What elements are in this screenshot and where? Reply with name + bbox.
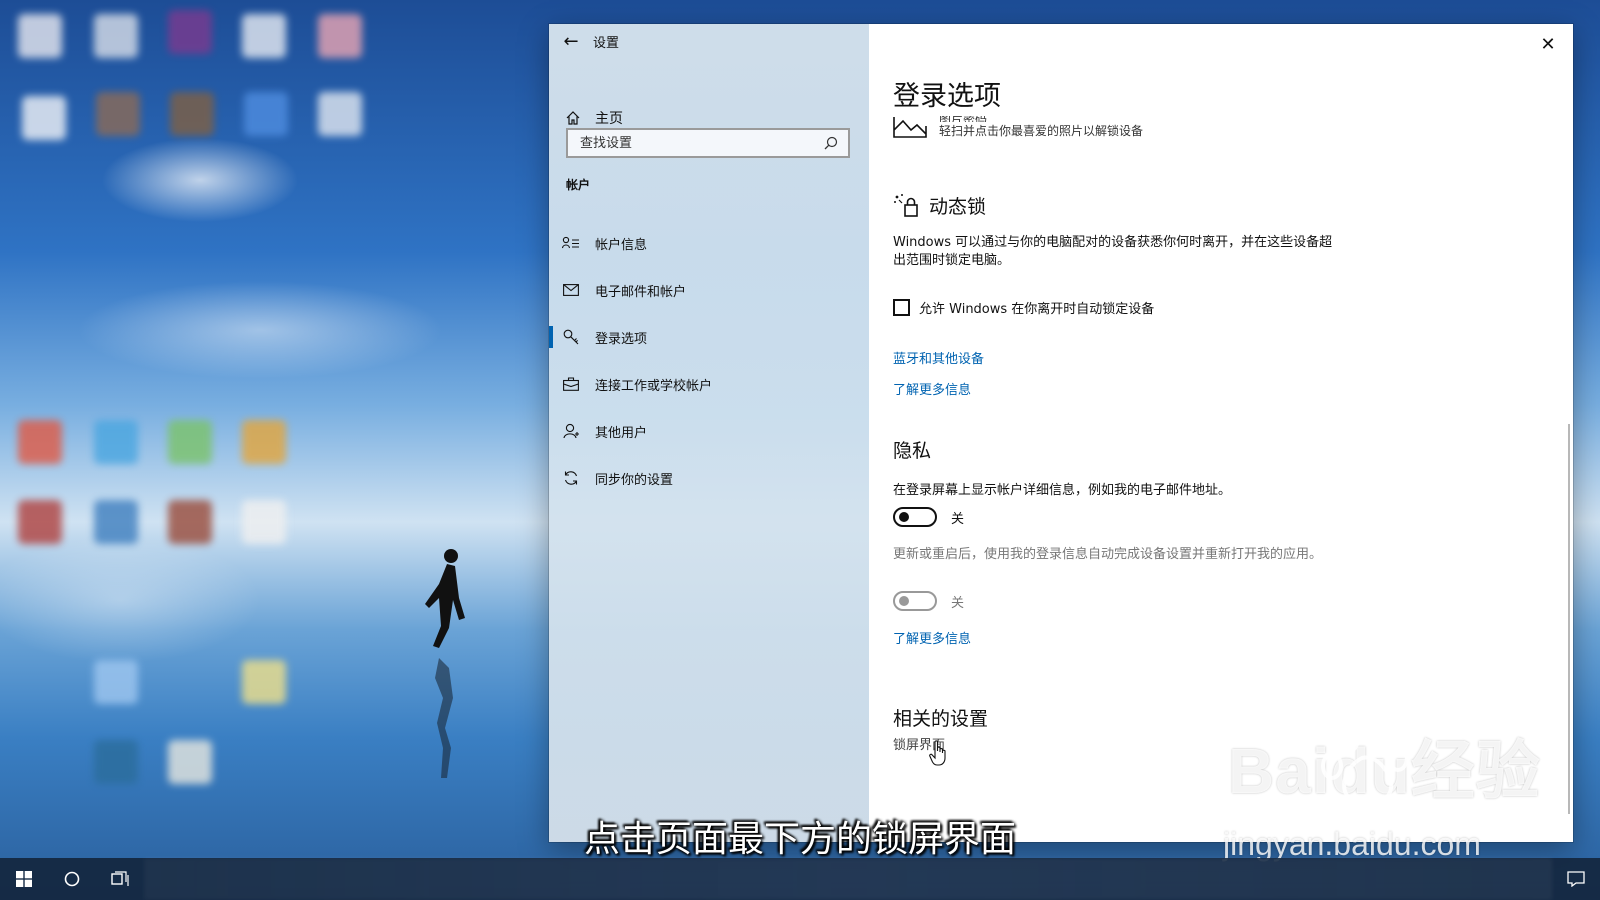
- sidebar-item-label: 登录选项: [595, 331, 648, 347]
- dynamic-lock-heading: 动态锁: [893, 192, 986, 219]
- desktop-icons: [18, 10, 378, 810]
- nav-home-label: 主页: [595, 111, 623, 127]
- privacy-toggle-row-2[interactable]: 关: [893, 591, 964, 611]
- action-center-button[interactable]: [1552, 858, 1600, 900]
- picture-password-description: 轻扫并点击你最喜爱的照片以解锁设备: [939, 124, 1144, 138]
- home-icon: [566, 111, 580, 125]
- sidebar-item-other-users[interactable]: 其他用户: [549, 409, 869, 453]
- key-icon: [547, 329, 595, 345]
- account-details-toggle[interactable]: [893, 507, 937, 527]
- toggle-state-label: 关: [951, 511, 965, 527]
- paw-logo-icon: [1321, 714, 1409, 803]
- nav-section-heading: 帐户: [566, 178, 591, 192]
- sidebar-item-label: 其他用户: [595, 425, 648, 441]
- account-info-icon: [547, 236, 595, 250]
- related-settings-heading: 相关的设置: [893, 708, 989, 730]
- picture-password-option[interactable]: 图片密码 轻扫并点击你最喜爱的照片以解锁设备: [893, 116, 1143, 139]
- sidebar-item-label: 同步你的设置: [595, 472, 674, 488]
- picture-icon: [893, 117, 927, 138]
- privacy-setting-account-details: 在登录屏幕上显示帐户详细信息，例如我的电子邮件地址。: [893, 483, 1232, 498]
- dynamic-lock-checkbox-row[interactable]: 允许 Windows 在你离开时自动锁定设备: [893, 298, 1154, 317]
- sidebar-item-email-accounts[interactable]: 电子邮件和帐户: [549, 268, 869, 312]
- toggle-state-label: 关: [951, 595, 965, 611]
- privacy-toggle-row-1[interactable]: 关: [893, 507, 964, 527]
- privacy-heading: 隐私: [893, 440, 932, 462]
- search-box[interactable]: [566, 128, 850, 158]
- mail-icon: [547, 284, 595, 296]
- dynamic-lock-title: 动态锁: [929, 196, 987, 218]
- privacy-learn-more-link[interactable]: 了解更多信息: [893, 628, 971, 647]
- dynamic-lock-checkbox-label: 允许 Windows 在你离开时自动锁定设备: [919, 302, 1155, 317]
- briefcase-icon: [547, 377, 595, 391]
- sidebar-item-label: 连接工作或学校帐户: [595, 378, 713, 394]
- dynamic-lock-learn-more-link[interactable]: 了解更多信息: [893, 379, 971, 398]
- person-icon: [547, 423, 595, 439]
- auto-signin-toggle[interactable]: [893, 591, 937, 611]
- page-title: 登录选项: [893, 81, 1001, 112]
- sidebar-item-label: 帐户信息: [595, 237, 648, 253]
- privacy-setting-auto-signin: 更新或重启后，使用我的登录信息自动完成设备设置并重新打开我的应用。: [893, 547, 1323, 562]
- search-input[interactable]: [578, 134, 802, 152]
- bluetooth-devices-link[interactable]: 蓝牙和其他设备: [893, 348, 984, 367]
- start-button[interactable]: [0, 858, 48, 900]
- task-view-icon: [111, 871, 129, 886]
- task-view-button[interactable]: [96, 858, 144, 900]
- taskbar: [0, 858, 1600, 900]
- sidebar-item-account-info[interactable]: 帐户信息: [549, 221, 869, 265]
- baidu-watermark: Baidu经验 jingyan.baidu.com: [1223, 714, 1541, 862]
- dynamic-lock-icon: [894, 193, 918, 217]
- sidebar-item-sign-in-options[interactable]: 登录选项: [549, 315, 869, 359]
- nav-home[interactable]: 主页: [565, 108, 623, 128]
- hand-cursor-icon: [929, 740, 946, 766]
- notification-icon: [1567, 871, 1585, 887]
- window-title: 设置: [593, 35, 620, 51]
- back-arrow-icon: ←: [563, 30, 579, 52]
- cortana-button[interactable]: [48, 858, 96, 900]
- sidebar-item-label: 电子邮件和帐户: [595, 284, 687, 300]
- close-button[interactable]: ✕: [1533, 32, 1563, 56]
- dynamic-lock-description: Windows 可以通过与你的电脑配对的设备获悉你何时离开，并在这些设备超出范围…: [893, 235, 1333, 268]
- sidebar-item-sync-settings[interactable]: 同步你的设置: [549, 456, 869, 500]
- dynamic-lock-checkbox[interactable]: [893, 299, 910, 316]
- close-icon: ✕: [1540, 33, 1556, 55]
- back-button[interactable]: ←: [549, 24, 593, 58]
- runner-silhouette: [425, 549, 465, 778]
- sidebar-item-work-school[interactable]: 连接工作或学校帐户: [549, 362, 869, 406]
- scrollbar-thumb[interactable]: [1568, 424, 1570, 814]
- cortana-circle-icon: [64, 871, 80, 887]
- settings-nav-pane: ← 设置 主页 帐户 帐户信息: [549, 24, 869, 842]
- search-icon[interactable]: [824, 136, 838, 150]
- sync-icon: [547, 470, 595, 486]
- windows-logo-icon: [16, 871, 32, 887]
- taskbar-pinned-apps[interactable]: [144, 858, 1552, 900]
